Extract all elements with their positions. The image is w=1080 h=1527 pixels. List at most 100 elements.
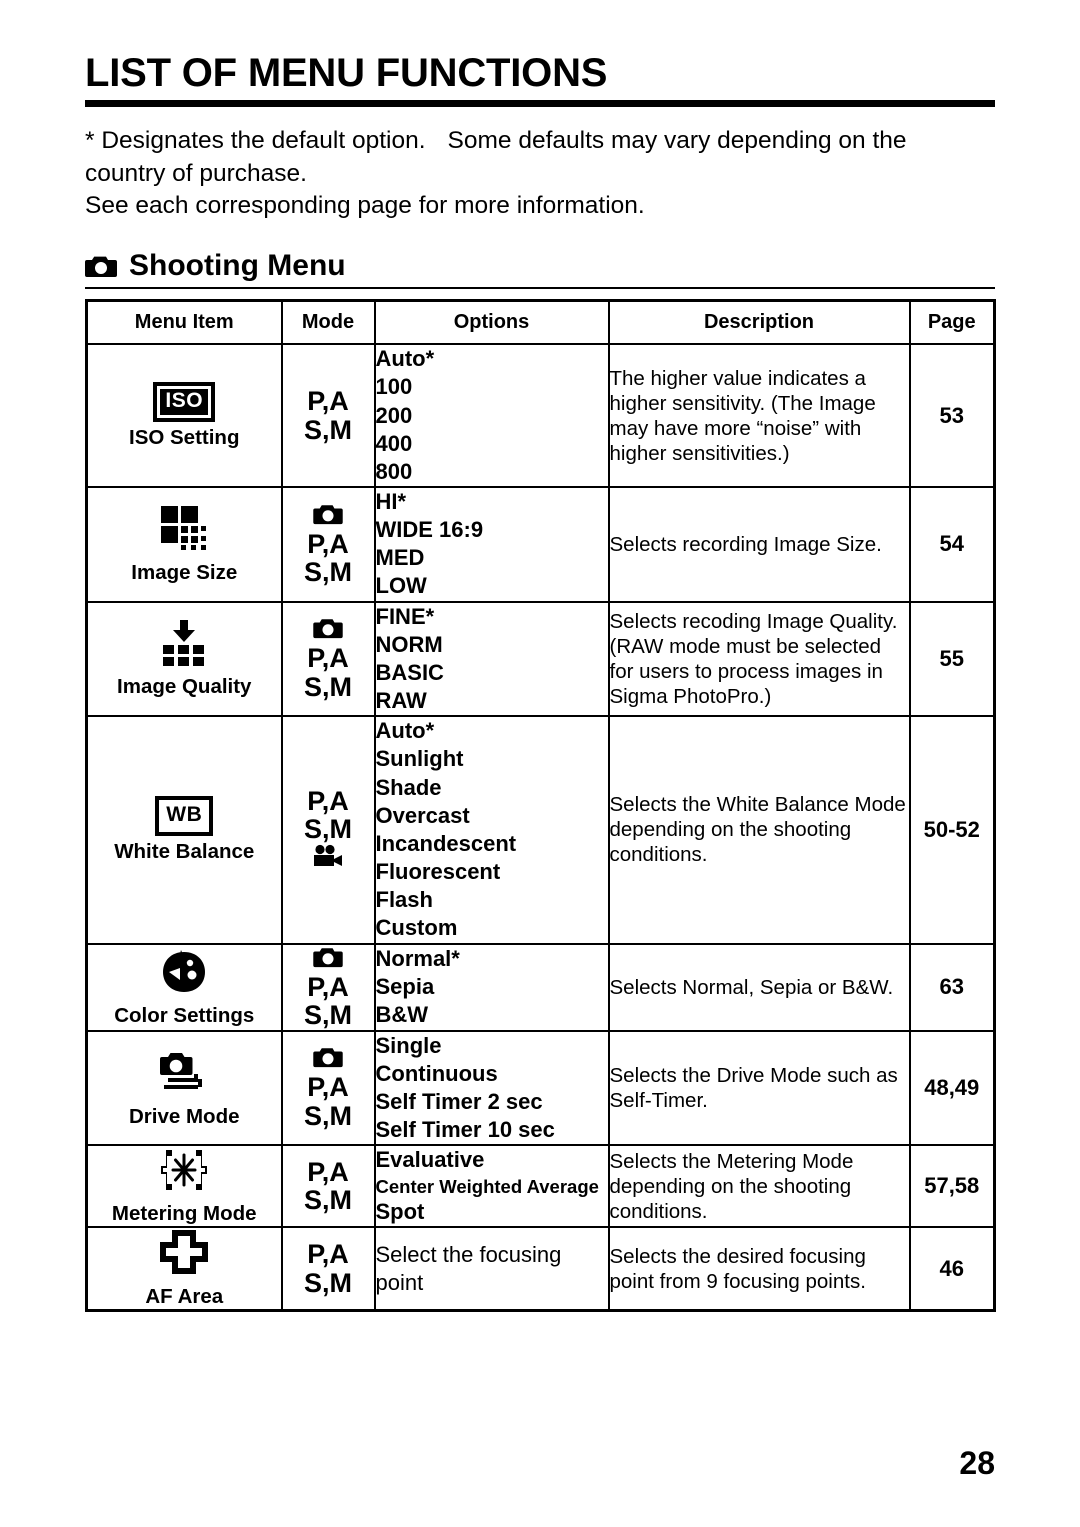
mode-comma-2: , <box>322 557 330 588</box>
mode-p: P <box>307 1156 322 1187</box>
option-item: Sepia <box>375 974 435 1000</box>
menu-item-label: Color Settings <box>114 1003 255 1027</box>
mode-m: M <box>329 1185 353 1216</box>
mode-line-2: S,M <box>283 1186 374 1215</box>
header-page: Page <box>909 300 995 346</box>
color-settings-icon <box>159 947 209 995</box>
table-header-row: Menu Item Mode Options Description Page <box>86 300 995 346</box>
menu-item-cell: ISO ISO Setting <box>86 344 283 489</box>
description-cell: Selects the desired focusing point from … <box>608 1227 911 1312</box>
page-cell: 63 <box>909 943 995 1032</box>
mode-s: S <box>303 1000 322 1031</box>
menu-item-label: ISO Setting <box>129 425 240 449</box>
option-item: Flash <box>375 887 433 913</box>
menu-item-label: Drive Mode <box>129 1104 240 1128</box>
mode-line-1: P,A <box>283 1240 374 1269</box>
mode-m: M <box>329 414 353 445</box>
options-cell: FINE* NORM BASIC RAW <box>374 601 610 718</box>
mode-p: P <box>307 785 322 816</box>
intro-line-1b: Some defaults may vary depending on the <box>447 127 907 154</box>
mode-a: A <box>329 386 349 417</box>
menu-item-cell: Color Settings <box>86 943 283 1032</box>
description-cell: Selects the White Balance Mode depending… <box>608 716 911 945</box>
description-cell: The higher value indicates a higher sens… <box>608 344 911 489</box>
mode-a: A <box>329 528 349 559</box>
mode-p: P <box>307 528 322 559</box>
table-body: ISO ISO Setting P,A S,M Auto* 100 200 400 800 The… <box>86 344 995 1312</box>
option-item: Fluorescent <box>375 859 501 885</box>
mode-s: S <box>303 1101 322 1132</box>
description-cell: Selects recording Image Size. <box>608 487 911 603</box>
mode-line-1: P,A <box>283 971 374 1002</box>
mode-m: M <box>329 1267 353 1298</box>
af-area-icon <box>157 1228 211 1276</box>
page-cell: 54 <box>909 487 995 603</box>
mode-line-2: S,M <box>283 1102 374 1131</box>
mode-a: A <box>329 971 349 1002</box>
option-item: LOW <box>375 573 427 599</box>
mode-p: P <box>307 1072 322 1103</box>
table-row: WB White Balance P,A S,M Auto* Sunlight Shade O… <box>86 716 995 945</box>
option-item: Single <box>375 1032 442 1058</box>
title-divider <box>85 100 995 107</box>
menu-item-label: Metering Mode <box>111 1201 257 1225</box>
mode-s: S <box>303 1185 322 1216</box>
menu-item-label: AF Area <box>145 1285 224 1309</box>
menu-item-cell: Metering Mode <box>86 1145 283 1229</box>
page-cell: 46 <box>909 1227 995 1312</box>
intro-line-2: country of purchase. <box>85 159 307 187</box>
mode-cell: P,A S,M <box>281 344 376 489</box>
header-mode: Mode <box>281 300 376 346</box>
description-cell: Selects recoding Image Quality. (RAW mod… <box>608 601 911 718</box>
mode-line-1: P,A <box>283 644 374 673</box>
mode-s: S <box>303 414 322 445</box>
options-cell: Auto* Sunlight Shade Overcast Incandescent Fl… <box>374 716 610 945</box>
page-cell: 55 <box>909 601 995 718</box>
mode-cell: P,A S,M <box>281 1227 376 1312</box>
mode-line-2: S,M <box>283 414 374 445</box>
mode-p: P <box>307 971 322 1002</box>
mode-a: A <box>329 643 349 674</box>
option-item: 100 <box>375 374 413 400</box>
option-item: WIDE 16:9 <box>375 517 484 543</box>
mode-line-1: P,A <box>283 387 374 416</box>
option-item: Self Timer 2 sec <box>375 1089 543 1115</box>
option-item: HI* <box>375 489 407 515</box>
video-mode-icon <box>313 844 343 868</box>
header-description: Description <box>608 300 911 346</box>
camera-mode-icon <box>313 945 343 968</box>
option-item: Select the focusing <box>375 1241 562 1267</box>
manual-page: LIST OF MENU FUNCTIONS * Designates the … <box>85 0 996 1527</box>
table-row: Metering Mode P,A S,M Evaluative Center Weig… <box>86 1145 995 1229</box>
option-item: Custom <box>375 915 458 941</box>
option-item: Incandescent <box>375 830 517 856</box>
options-cell: Select the focusing point <box>374 1227 610 1312</box>
menu-item-label: Image Quality <box>117 675 252 699</box>
description-cell: Selects Normal, Sepia or B&W. <box>608 943 911 1032</box>
mode-cell: P,A S,M <box>281 1030 376 1147</box>
section-divider <box>85 286 995 289</box>
mode-p: P <box>307 386 322 417</box>
option-item: MED <box>375 545 425 571</box>
menu-item-cell: Image Quality <box>86 601 283 718</box>
option-item: Continuous <box>375 1060 498 1086</box>
mode-comma-2: , <box>322 1101 330 1132</box>
option-item: Self Timer 10 sec <box>375 1117 555 1143</box>
option-item: B&W <box>375 1002 429 1028</box>
option-item: Center Weighted Average <box>375 1175 599 1197</box>
mode-a: A <box>329 1072 349 1103</box>
white-balance-icon: WB <box>155 795 214 836</box>
option-item: NORM <box>375 631 443 657</box>
folio-page-number: 28 <box>959 1445 995 1481</box>
mode-s: S <box>303 1267 322 1298</box>
mode-a: A <box>329 1239 349 1270</box>
option-item: Overcast <box>375 802 470 828</box>
table-row: Image Size P,A S,M HI* WIDE 16:9 MED LOW Select… <box>86 487 995 603</box>
mode-line-1: P,A <box>283 1073 374 1102</box>
mode-line-2: S,M <box>283 1001 374 1030</box>
option-item: 800 <box>375 458 413 484</box>
camera-icon <box>85 253 117 278</box>
mode-p: P <box>307 643 322 674</box>
metering-mode-icon <box>156 1147 212 1193</box>
options-cell: Auto* 100 200 400 800 <box>374 344 610 489</box>
